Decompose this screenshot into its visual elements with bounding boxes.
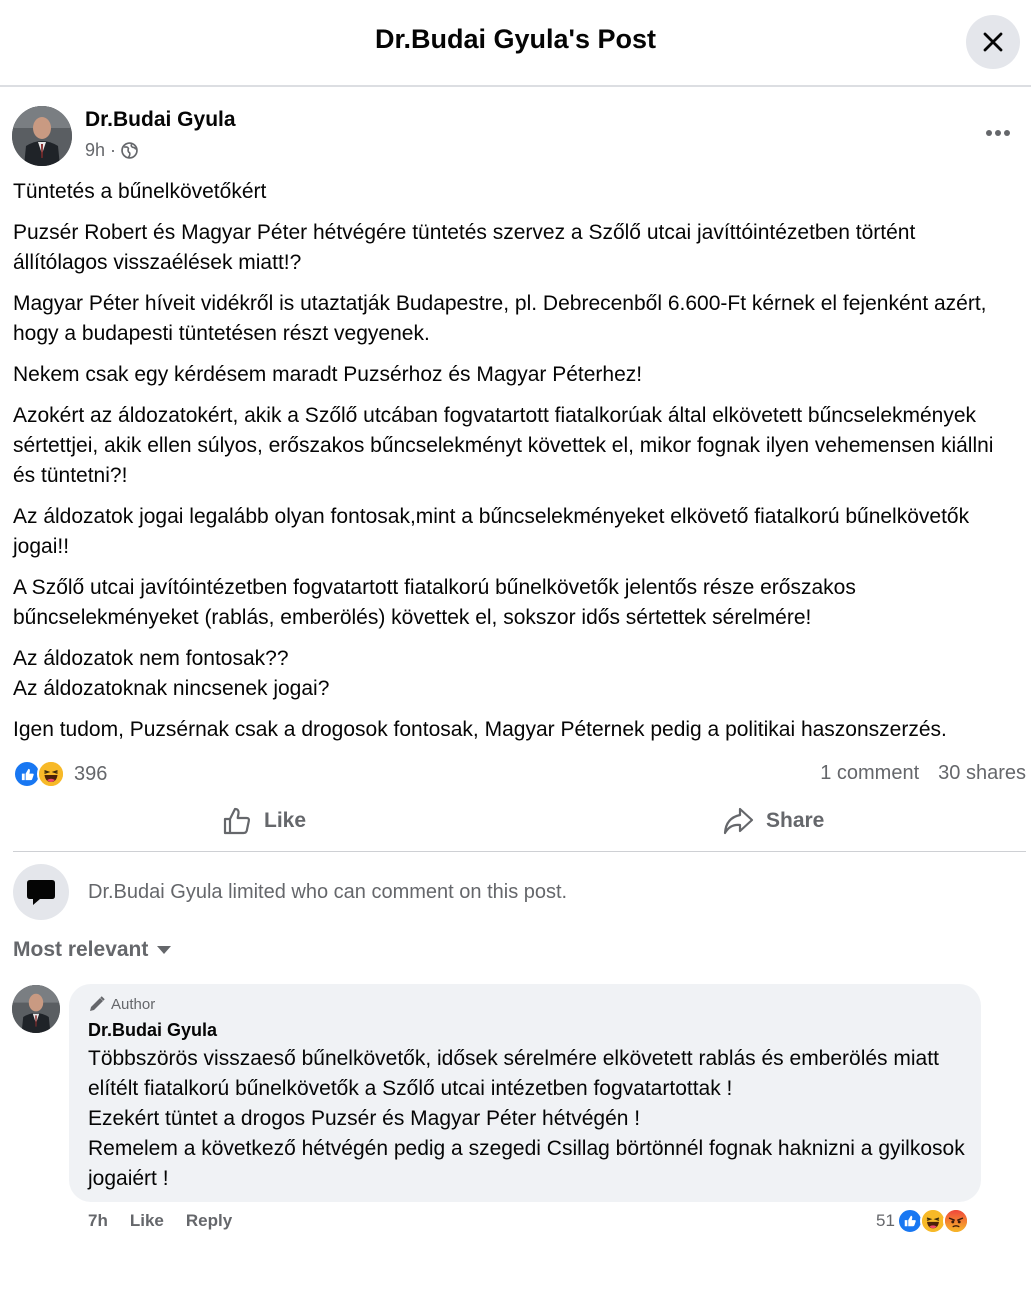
comment-sort-dropdown[interactable]: Most relevant [13,938,172,962]
divider [13,851,1026,852]
post-paragraph: Az áldozatok nem fontosak?? Az áldozatokn… [13,644,1013,704]
comment-actions: 7h Like Reply [88,1211,232,1231]
sort-label: Most relevant [13,938,149,961]
share-button[interactable]: Share [722,800,824,842]
comment-line: Többszörös visszaeső bűnelkövetők, időse… [88,1047,939,1100]
reaction-count: 396 [74,762,108,785]
comment-line: Ezekért tüntet a drogos Puzsér és Magyar… [88,1107,641,1130]
pencil-icon [90,996,105,1011]
comments-count[interactable]: 1 comment [820,762,919,785]
post-stats: 1 comment 30 shares [820,762,1026,785]
comment-limit-notice: Dr.Budai Gyula limited who can comment o… [88,881,568,903]
comment-reaction-count: 51 [876,1211,895,1230]
comment-time[interactable]: 7h [88,1211,108,1231]
post-paragraph: Azokért az áldozatokért, akik a Szőlő ut… [13,404,994,487]
angry-reaction-icon [942,1208,969,1234]
post-dialog-header: Dr.Budai Gyula's Post [0,0,1031,87]
more-icon [986,130,1010,136]
comment-reactions[interactable]: 51 [876,1208,969,1234]
author-badge-label: Author [111,995,156,1013]
post-paragraph: Igen tudom, Puzsérnak csak a drogosok fo… [13,718,947,741]
post-paragraph: Puzsér Robert és Magyar Péter hétvégére … [13,221,916,274]
comment-limit-icon-wrap [13,864,69,920]
shares-count[interactable]: 30 shares [938,762,1026,785]
comment-line: Remelem a következő hétvégén pedig a sze… [88,1137,965,1190]
post-reactions-summary[interactable]: 396 [13,760,107,788]
post-time[interactable]: 9h [85,140,105,161]
post-paragraph: Tüntetés a bűnelkövetőkért [13,180,267,203]
comment-reply-button[interactable]: Reply [186,1211,232,1231]
speech-bubble-icon [27,880,55,905]
close-icon [983,32,1003,52]
post-meta: 9h · [85,140,138,161]
post-line: Az áldozatok nem fontosak?? [13,647,289,670]
comment-author-name[interactable]: Dr.Budai Gyula [88,1020,217,1041]
post-paragraph: A Szőlő utcai javítóintézetben fogvatart… [13,576,856,629]
close-button[interactable] [966,15,1020,69]
post-paragraph: Nekem csak egy kérdésem maradt Puzsérhoz… [13,363,643,386]
comment-text: Többszörös visszaeső bűnelkövetők, időse… [88,1044,968,1194]
author-badge: Author [88,995,155,1013]
thumbs-up-icon [223,807,251,835]
share-arrow-icon [723,807,754,835]
post-paragraph: Magyar Péter híveit vidékről is utaztatj… [13,292,987,345]
globe-icon [121,142,138,159]
haha-reaction-icon [37,760,65,788]
author-avatar[interactable] [12,106,72,166]
share-label: Share [766,809,825,832]
comment-like-button[interactable]: Like [130,1211,164,1231]
post-text: Tüntetés a bűnelkövetőkért Puzsér Robert… [13,177,1013,756]
caret-down-icon [157,946,172,954]
comment-author-avatar[interactable] [12,985,60,1033]
dialog-title: Dr.Budai Gyula's Post [375,24,656,54]
post-line: Az áldozatoknak nincsenek jogai? [13,677,330,700]
post-options-button[interactable] [980,118,1016,148]
meta-separator: · [110,140,117,160]
post-author-name[interactable]: Dr.Budai Gyula [85,108,236,132]
post-paragraph: Az áldozatok jogai legalább olyan fontos… [13,505,970,558]
like-label: Like [264,809,307,832]
like-button[interactable]: Like [222,800,306,842]
